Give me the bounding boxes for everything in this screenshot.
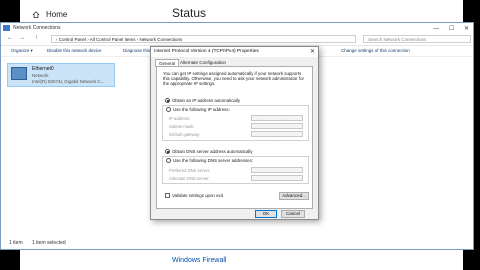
dialog-tabs: General Alternate Configuration <box>151 57 318 67</box>
adapter-name: Ethernet0 <box>32 66 54 72</box>
home-link[interactable]: Home <box>46 10 67 19</box>
windows-firewall-link[interactable]: Windows Firewall <box>172 257 226 264</box>
disable-device-button[interactable]: Disable this network device <box>47 46 102 56</box>
change-settings-button[interactable]: Change settings of this connection <box>341 46 410 56</box>
dialog-title-bar: Internet Protocol Version 4 (TCP/IPv4) P… <box>151 47 318 57</box>
ip-address-field[interactable]: . . . <box>251 115 303 126</box>
preferred-dns-label: Preferred DNS server: <box>169 168 211 173</box>
ip-auto-radio[interactable] <box>165 98 170 103</box>
alternate-dns-label: Alternate DNS server: <box>169 176 210 181</box>
ip-manual-label[interactable]: Use the following IP address: <box>173 107 230 112</box>
intro-text: You can get IP settings assigned automat… <box>163 71 304 87</box>
status-bar: 1 item 1 item selected <box>9 240 74 246</box>
ok-button[interactable]: OK <box>255 210 277 218</box>
address-bar-row: ← → ↑ › Control Panel › All Control Pane… <box>1 33 473 46</box>
adapter-status: Network <box>32 73 49 78</box>
ip-auto-label[interactable]: Obtain an IP address automatically <box>172 98 240 103</box>
dns-settings-group: Use the following DNS server addresses: … <box>162 156 309 186</box>
organize-menu[interactable]: Organize ▾ <box>11 46 33 56</box>
up-button[interactable]: ↑ <box>35 35 38 41</box>
dialog-title: Internet Protocol Version 4 (TCP/IPv4) P… <box>154 49 259 54</box>
preferred-dns-field[interactable]: . . . <box>251 167 303 178</box>
validate-label[interactable]: Validate settings upon exit <box>172 193 223 198</box>
minimize-button[interactable]: — <box>433 26 439 32</box>
general-panel: You can get IP settings assigned automat… <box>156 66 313 209</box>
ipv4-properties-dialog: Internet Protocol Version 4 (TCP/IPv4) P… <box>150 46 319 220</box>
dns-auto-radio[interactable] <box>165 149 170 154</box>
subnet-mask-field[interactable]: . . . <box>251 123 303 134</box>
item-count: 1 item <box>9 240 23 246</box>
search-input[interactable]: Search Network Connections <box>363 35 471 43</box>
back-button[interactable]: ← <box>7 35 13 41</box>
dns-auto-label[interactable]: Obtain DNS server address automatically <box>172 149 253 154</box>
forward-button[interactable]: → <box>19 35 25 41</box>
ip-manual-radio[interactable] <box>166 107 171 112</box>
close-button[interactable]: ✕ <box>464 26 469 32</box>
default-gateway-label: Default gateway: <box>169 132 201 137</box>
maximize-button[interactable]: ☐ <box>449 26 454 32</box>
title-bar: Network Connections — ☐ ✕ <box>1 23 473 33</box>
network-folder-icon <box>3 25 10 31</box>
adapter-item-ethernet0[interactable]: Ethernet0 Network Intel(R) 82574L Gigabi… <box>7 63 115 87</box>
tab-alternate-configuration[interactable]: Alternate Configuration <box>177 59 229 66</box>
diagnose-button[interactable]: Diagnose this <box>123 46 150 56</box>
ip-settings-group: Use the following IP address: IP address… <box>162 105 309 142</box>
alternate-dns-field[interactable]: . . . <box>251 175 303 186</box>
subnet-mask-label: Subnet mask: <box>169 124 195 129</box>
selection-count: 1 item selected <box>32 240 66 246</box>
cancel-button[interactable]: Cancel <box>281 210 305 218</box>
dialog-close-button[interactable]: ✕ <box>310 47 315 57</box>
page-title: Status <box>172 6 207 20</box>
ip-address-label: IP address: <box>169 116 191 121</box>
dns-manual-label[interactable]: Use the following DNS server addresses: <box>173 158 253 163</box>
adapter-device: Intel(R) 82574L Gigabit Network C... <box>32 79 105 84</box>
address-bar[interactable]: › Control Panel › All Control Panel Item… <box>51 35 356 43</box>
default-gateway-field[interactable]: . . . <box>251 131 303 142</box>
advanced-button[interactable]: Advanced... <box>279 192 309 200</box>
window-title: Network Connections <box>13 25 61 31</box>
home-icon[interactable] <box>32 11 40 18</box>
validate-checkbox[interactable] <box>165 193 170 198</box>
dns-manual-radio[interactable] <box>166 158 171 163</box>
network-adapter-icon <box>11 67 27 80</box>
